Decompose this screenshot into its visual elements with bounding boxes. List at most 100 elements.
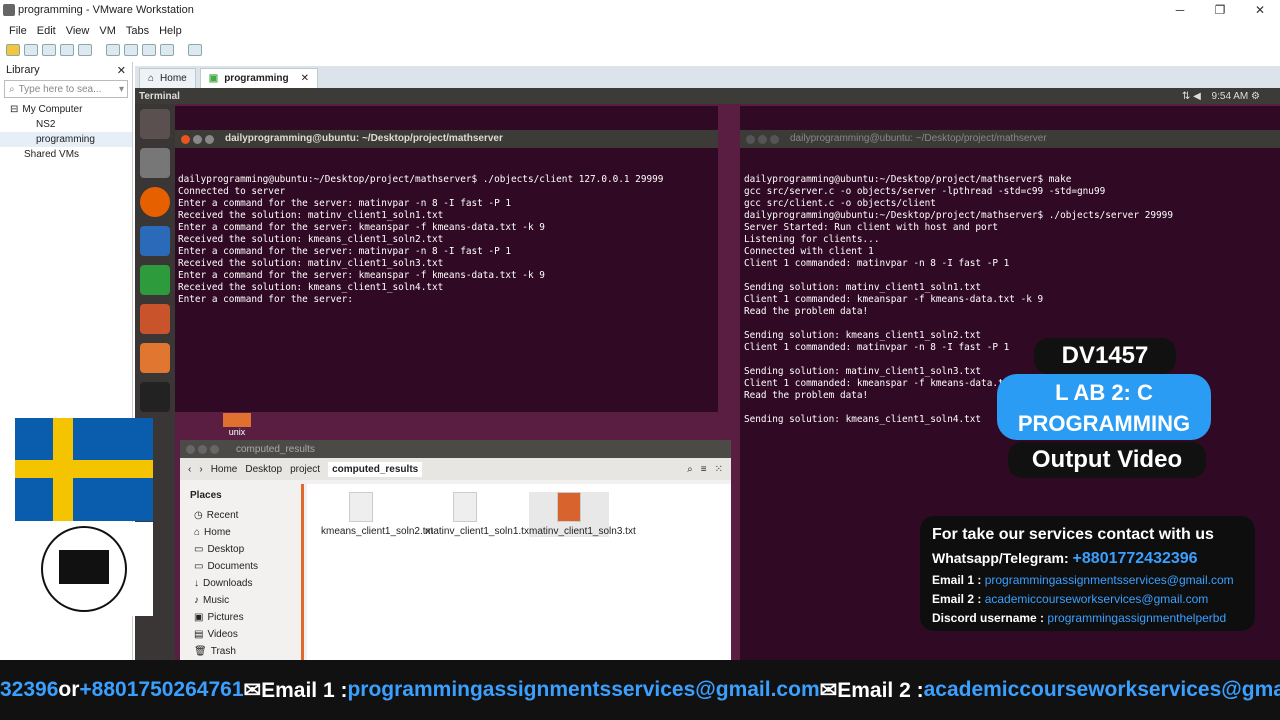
minimize-button[interactable]: ─	[1160, 0, 1200, 20]
menu-help[interactable]: Help	[159, 25, 182, 37]
tab-home[interactable]: ⌂ Home	[139, 68, 196, 88]
tree-programming[interactable]: programming	[0, 132, 132, 147]
path-project[interactable]: project	[290, 464, 320, 475]
terminal-line: Read the problem data!	[744, 306, 869, 317]
chevron-down-icon[interactable]: ▾	[119, 84, 124, 95]
discord-label: Discord username :	[932, 611, 1045, 625]
revert-snapshot-icon[interactable]	[60, 44, 74, 56]
close-terminal-icon[interactable]	[181, 134, 190, 144]
send-keys-icon[interactable]	[24, 44, 38, 56]
firefox-icon[interactable]	[140, 187, 170, 217]
unity-icon[interactable]	[160, 44, 174, 56]
clock[interactable]: 9:54 AM	[1212, 91, 1249, 102]
terminal-client-titlebar: dailyprogramming@ubuntu: ~/Desktop/proje…	[175, 130, 718, 148]
path-computed-results[interactable]: computed_results	[328, 461, 423, 477]
impress-icon[interactable]	[140, 304, 170, 334]
contact-heading: For take our services contact with us	[932, 526, 1214, 543]
terminal-line: Enter a command for the server: matinvpa…	[178, 246, 512, 257]
terminal-line: Connected to server	[178, 186, 286, 197]
file-item-selected[interactable]: matinv_client1_soln3.txt	[529, 492, 636, 537]
vmware-logo-icon	[3, 4, 15, 16]
close-terminal-icon[interactable]	[746, 134, 755, 144]
software-center-icon[interactable]	[140, 343, 170, 373]
ubuntu-dash-icon[interactable]	[140, 109, 170, 139]
grid-view-icon[interactable]: ⁙	[715, 464, 723, 475]
toolbar	[0, 40, 1280, 60]
writer-icon[interactable]	[140, 226, 170, 256]
search-icon[interactable]: ⌕	[687, 464, 693, 475]
place-downloads[interactable]: ↓ Downloads	[180, 575, 301, 592]
console-view-icon[interactable]	[188, 44, 202, 56]
library-search-input[interactable]: ⌕ Type here to sea... ▾	[4, 80, 128, 98]
calc-icon[interactable]	[140, 265, 170, 295]
amazon-icon[interactable]	[140, 382, 170, 412]
maximize-terminal-icon[interactable]	[205, 134, 214, 144]
path-desktop[interactable]: Desktop	[245, 464, 282, 475]
output-video-badge: Output Video	[1008, 442, 1206, 478]
power-icon[interactable]	[6, 44, 20, 56]
menu-edit[interactable]: Edit	[37, 25, 56, 37]
menu-file[interactable]: File	[9, 25, 27, 37]
close-library-icon[interactable]: ✕	[117, 64, 126, 77]
terminal-line: Enter a command for the server: matinvpa…	[178, 198, 512, 209]
forward-icon[interactable]: ›	[199, 464, 202, 475]
place-recent[interactable]: ◷ Recent	[180, 507, 301, 524]
email2-value: academiccourseworkservices@gmail.com	[984, 592, 1209, 606]
tree-shared-vms[interactable]: Shared VMs	[0, 147, 132, 162]
terminal-line: Enter a command for the server: kmeanspa…	[178, 270, 545, 281]
terminal-client[interactable]: dailyprogramming@ubuntu: ~/Desktop/proje…	[175, 106, 718, 412]
terminal-line: dailyprogramming@ubuntu:~/Desktop/projec…	[744, 174, 1072, 185]
menu-view[interactable]: View	[66, 25, 90, 37]
tree-ns2[interactable]: NS2	[0, 117, 132, 132]
terminal-server-titlebar: dailyprogramming@ubuntu: ~/Desktop/proje…	[740, 130, 1280, 148]
maximize-terminal-icon[interactable]	[770, 134, 779, 144]
close-tab-icon[interactable]: ✕	[301, 73, 309, 84]
terminal-line: Sending solution: kmeans_client1_soln2.t…	[744, 330, 982, 341]
path-home[interactable]: Home	[211, 464, 238, 475]
minimize-terminal-icon[interactable]	[758, 134, 767, 144]
place-music[interactable]: ♪ Music	[180, 592, 301, 609]
terminal-line: Client 1 commanded: matinvpar -n 8 -I fa…	[744, 258, 1010, 269]
network-icon[interactable]: ⇅	[1182, 91, 1190, 102]
minimize-terminal-icon[interactable]	[193, 134, 202, 144]
tab-programming[interactable]: ▣ programming ✕	[199, 68, 319, 88]
email1-label: Email 1 :	[932, 573, 982, 587]
place-documents[interactable]: ▭ Documents	[180, 558, 301, 575]
settings-gear-icon[interactable]: ⚙	[1251, 91, 1260, 102]
folder-icon: ▭	[194, 561, 204, 572]
place-pictures[interactable]: ▣ Pictures	[180, 609, 301, 626]
menu-vm[interactable]: VM	[99, 25, 116, 37]
fullscreen-icon[interactable]	[142, 44, 156, 56]
volume-icon[interactable]: ◀	[1193, 91, 1201, 102]
email2-label: Email 2 :	[932, 592, 982, 606]
file-item[interactable]: matinv_client1_soln1.txt	[425, 492, 532, 537]
list-view-icon[interactable]: ≡	[701, 464, 707, 475]
library-view-icon[interactable]	[106, 44, 120, 56]
terminal-line: Sending solution: matinv_client1_soln1.t…	[744, 282, 982, 293]
back-icon[interactable]: ‹	[188, 464, 191, 475]
maximize-button[interactable]: ❐	[1200, 0, 1240, 20]
clock-icon: ◷	[194, 510, 203, 521]
snapshot-manager-icon[interactable]	[78, 44, 92, 56]
window-titlebar: programming - VMware Workstation	[0, 0, 1280, 20]
folder-icon: ▭	[194, 544, 204, 555]
thumbnail-view-icon[interactable]	[124, 44, 138, 56]
vm-icon: ▣	[208, 73, 219, 84]
menu-tabs[interactable]: Tabs	[126, 25, 149, 37]
place-home[interactable]: ⌂ Home	[180, 524, 301, 541]
whatsapp-label: Whatsapp/Telegram:	[932, 550, 1069, 566]
desktop-folder-unix[interactable]: unix	[222, 413, 252, 437]
close-window-button[interactable]: ✕	[1240, 0, 1280, 20]
path-bar: ‹ › Home Desktop project computed_results…	[180, 458, 731, 480]
terminal-line: Connected with client 1	[744, 246, 874, 257]
place-videos[interactable]: ▤ Videos	[180, 626, 301, 643]
place-desktop[interactable]: ▭ Desktop	[180, 541, 301, 558]
file-item[interactable]: kmeans_client1_soln2.txt	[321, 492, 433, 537]
tree-my-computer[interactable]: ⊟ My Computer	[0, 102, 132, 117]
place-trash[interactable]: 🗑 Trash	[180, 643, 301, 660]
files-icon[interactable]	[140, 148, 170, 178]
snapshot-icon[interactable]	[42, 44, 56, 56]
terminal-line: Received the solution: kmeans_client1_so…	[178, 234, 444, 245]
